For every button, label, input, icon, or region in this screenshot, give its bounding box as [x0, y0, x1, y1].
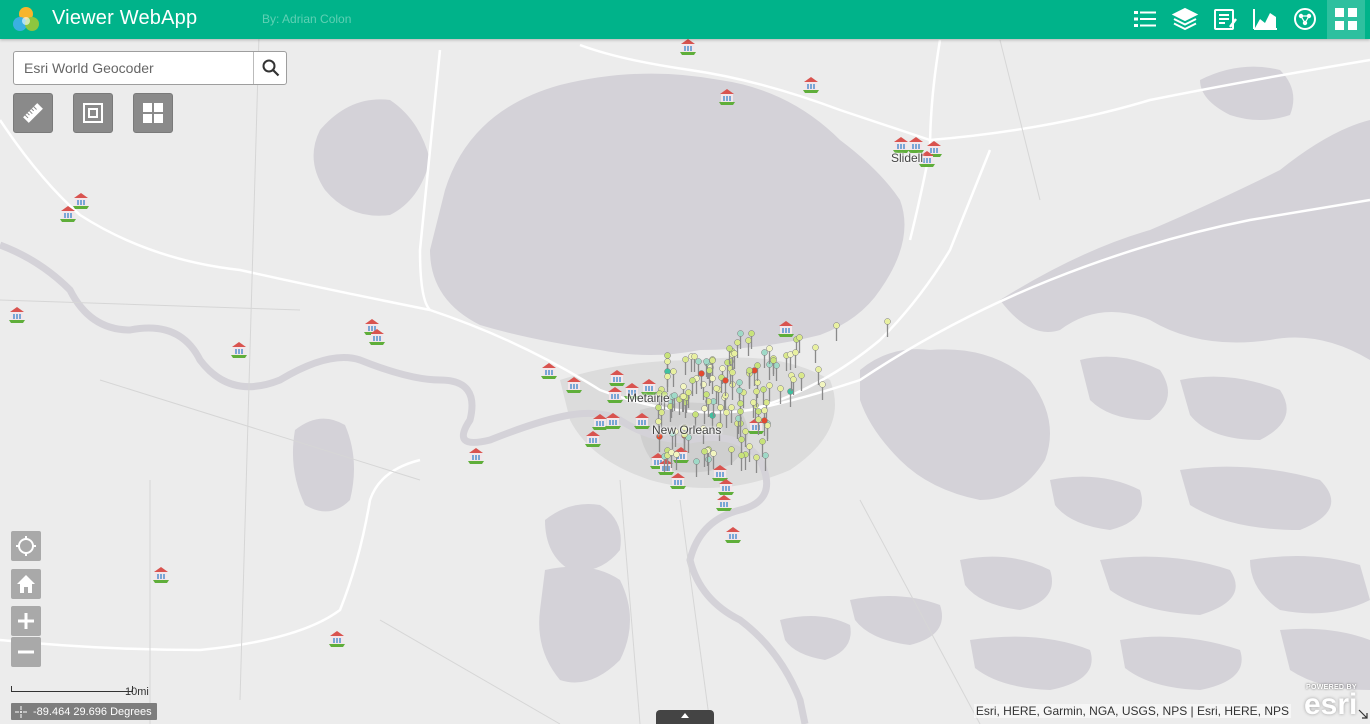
- bottom-panel-toggle[interactable]: [656, 710, 714, 724]
- location-pin-icon[interactable]: [748, 330, 756, 349]
- zoom-out-button[interactable]: [11, 637, 41, 667]
- location-pin-icon[interactable]: [790, 376, 797, 395]
- legend-icon[interactable]: [1131, 5, 1159, 33]
- bank-marker-icon[interactable]: [231, 341, 247, 358]
- basemap-gallery-button[interactable]: [133, 93, 173, 133]
- location-pin-icon[interactable]: [759, 438, 766, 458]
- location-pin-icon[interactable]: [729, 368, 737, 388]
- bank-marker-icon[interactable]: [605, 412, 621, 429]
- bank-marker-icon[interactable]: [153, 566, 169, 583]
- zoom-in-button[interactable]: [11, 606, 41, 636]
- bank-marker-icon[interactable]: [607, 386, 623, 403]
- location-pin-icon[interactable]: [706, 367, 713, 387]
- coordinate-display[interactable]: -89.464 29.696 Degrees: [11, 703, 157, 720]
- locate-icon: [16, 536, 36, 556]
- bank-marker-icon[interactable]: [680, 38, 696, 55]
- print-button[interactable]: [73, 93, 113, 133]
- scalebar-line: [11, 686, 133, 692]
- bank-marker-icon[interactable]: [609, 369, 625, 386]
- coordinate-text: -89.464 29.696 Degrees: [33, 705, 152, 718]
- location-pin-icon[interactable]: [766, 382, 773, 401]
- location-pin-icon[interactable]: [731, 349, 739, 369]
- bank-marker-icon[interactable]: [468, 447, 484, 464]
- bank-marker-icon[interactable]: [329, 630, 345, 647]
- label-metairie: Metairie: [627, 391, 670, 405]
- esri-wordmark: esri: [1304, 688, 1358, 721]
- search-icon: [262, 59, 279, 77]
- bank-marker-icon[interactable]: [566, 376, 582, 393]
- widget-grid-icon[interactable]: [1332, 5, 1360, 33]
- location-pin-icon[interactable]: [769, 356, 777, 376]
- resize-icon[interactable]: [1358, 709, 1368, 719]
- bank-marker-icon[interactable]: [60, 205, 76, 222]
- zoom-out-icon: [18, 650, 34, 654]
- app-subtitle: By: Adrian Colon: [262, 12, 352, 26]
- location-pin-icon[interactable]: [752, 388, 760, 407]
- location-pin-icon[interactable]: [682, 355, 689, 375]
- analysis-icon[interactable]: [1291, 5, 1319, 33]
- search-box: [13, 51, 287, 85]
- locate-button[interactable]: [11, 531, 41, 561]
- location-pin-icon[interactable]: [884, 318, 891, 337]
- bank-marker-icon[interactable]: [719, 88, 735, 105]
- label-new-orleans: New Orleans: [652, 423, 722, 437]
- location-pin-icon[interactable]: [761, 417, 768, 436]
- location-pin-icon[interactable]: [736, 408, 744, 427]
- location-pin-icon[interactable]: [672, 451, 680, 471]
- location-pin-icon[interactable]: [670, 391, 678, 411]
- zoom-in-icon: [18, 613, 34, 629]
- location-pin-icon[interactable]: [689, 376, 696, 396]
- map-attribution: Esri, HERE, Garmin, NGA, USGS, NPS | Esr…: [973, 704, 1291, 718]
- bank-marker-icon[interactable]: [803, 76, 819, 93]
- location-pin-icon[interactable]: [701, 448, 708, 468]
- app-title: Viewer WebApp: [52, 7, 198, 29]
- measurement-icon: [23, 103, 43, 123]
- measurement-button[interactable]: [13, 93, 53, 133]
- basemap-gallery-icon: [143, 103, 163, 123]
- bank-marker-icon[interactable]: [778, 320, 794, 337]
- location-pin-icon[interactable]: [815, 365, 822, 385]
- location-pin-icon[interactable]: [745, 367, 753, 386]
- location-pin-icon[interactable]: [792, 349, 800, 369]
- location-pin-icon[interactable]: [812, 344, 819, 363]
- location-pin-icon[interactable]: [693, 457, 700, 477]
- location-pin-icon[interactable]: [664, 373, 672, 393]
- bank-marker-icon[interactable]: [9, 306, 25, 323]
- bank-marker-icon[interactable]: [718, 478, 734, 495]
- location-pin-icon[interactable]: [727, 445, 735, 465]
- scalebar: 10mi: [11, 683, 149, 698]
- location-pin-icon[interactable]: [721, 377, 729, 397]
- app-header: Viewer WebApp By: Adrian Colon: [0, 0, 1370, 39]
- bank-marker-icon[interactable]: [716, 494, 732, 511]
- home-icon: [17, 575, 35, 593]
- label-slidell: Slidell: [891, 151, 924, 165]
- lac-des-allemands: [292, 418, 354, 512]
- location-pin-icon[interactable]: [700, 404, 708, 424]
- bank-marker-icon[interactable]: [585, 430, 601, 447]
- chevron-up-icon: [681, 713, 689, 718]
- map-canvas[interactable]: Slidell Metairie New Orleans: [0, 0, 1370, 724]
- bank-marker-icon[interactable]: [725, 526, 741, 543]
- location-pin-icon[interactable]: [798, 371, 805, 391]
- bank-marker-icon[interactable]: [541, 362, 557, 379]
- attribute-table-icon[interactable]: [1211, 5, 1239, 33]
- bank-marker-icon[interactable]: [369, 328, 385, 345]
- location-pin-icon[interactable]: [777, 385, 784, 404]
- home-button[interactable]: [11, 569, 41, 599]
- print-icon: [83, 103, 103, 123]
- esri-logo[interactable]: POWERED BY esri: [1304, 684, 1364, 721]
- bank-marker-icon[interactable]: [634, 412, 650, 429]
- app-logo-icon: [13, 7, 39, 31]
- location-pin-icon[interactable]: [742, 428, 749, 447]
- layers-icon[interactable]: [1171, 5, 1199, 33]
- location-pin-icon[interactable]: [691, 353, 699, 373]
- location-pin-icon[interactable]: [738, 451, 745, 471]
- crosshair-icon: [15, 705, 27, 718]
- scalebar-label: 10mi: [125, 686, 149, 698]
- location-pin-icon[interactable]: [727, 404, 735, 424]
- search-button[interactable]: [253, 52, 287, 84]
- chart-icon[interactable]: [1251, 5, 1279, 33]
- location-pin-icon[interactable]: [833, 322, 840, 341]
- search-input[interactable]: [14, 52, 252, 84]
